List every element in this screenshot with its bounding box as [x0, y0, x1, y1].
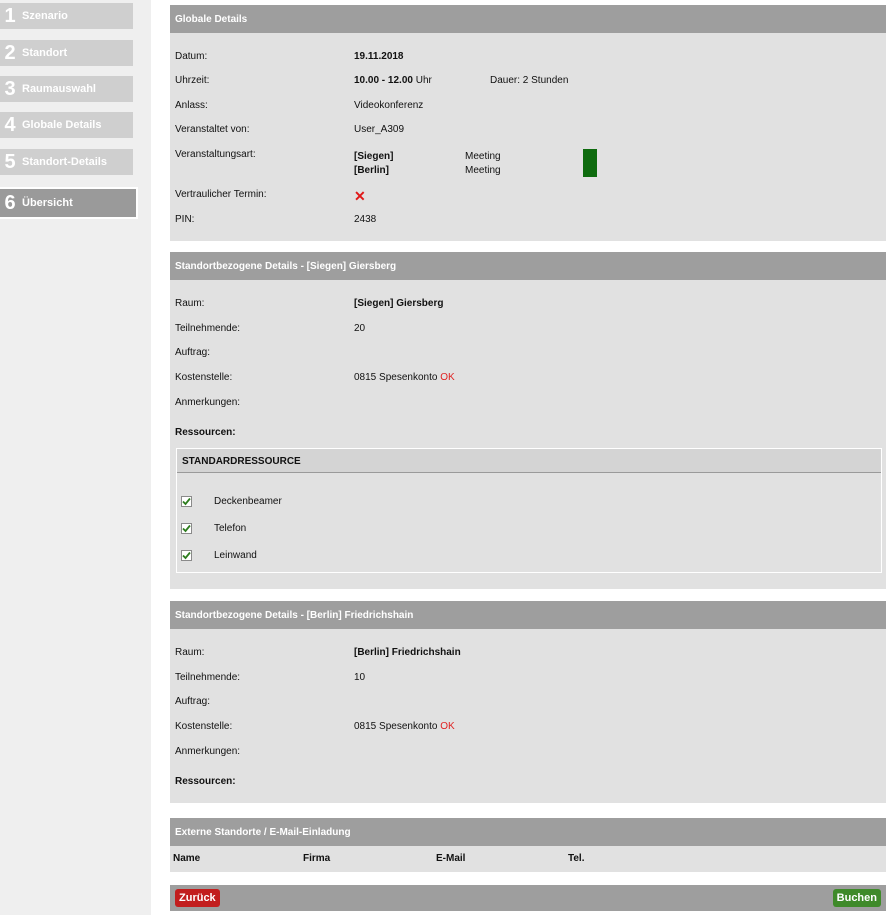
- art-type-berlin: Meeting: [465, 165, 501, 176]
- raum-label: Raum:: [175, 647, 205, 658]
- art-site-berlin: [Berlin]: [354, 165, 389, 176]
- kostenstelle-status: OK: [440, 372, 455, 383]
- uhrzeit-time: 10.00 - 12.00: [354, 75, 413, 86]
- step-number: 1: [4, 5, 16, 27]
- resource-label: Deckenbeamer: [214, 496, 282, 507]
- step-label: Übersicht: [22, 197, 73, 209]
- resource-label: Telefon: [214, 523, 247, 534]
- kostenstelle-label: Kostenstelle:: [175, 721, 233, 732]
- kostenstelle-label: Kostenstelle:: [175, 372, 233, 383]
- kostenstelle-status: OK: [440, 721, 455, 732]
- anmerkungen-label: Anmerkungen:: [175, 746, 241, 757]
- veranstaltungsart-label: Veranstaltungsart:: [175, 149, 256, 160]
- external-table-header: Name Firma E-Mail Tel.: [170, 846, 886, 872]
- step-number: 5: [4, 151, 16, 173]
- step-number: 6: [4, 192, 16, 214]
- resource-item[interactable]: Telefon: [181, 523, 246, 534]
- step-label: Szenario: [22, 10, 68, 22]
- step-label: Standort-Details: [22, 156, 107, 168]
- column-firma: Firma: [303, 853, 331, 864]
- checkbox-checked-icon[interactable]: [181, 523, 192, 534]
- raum-label: Raum:: [175, 298, 205, 309]
- step-label: Standort: [22, 47, 68, 59]
- panel-title: Standortbezogene Details - [Siegen] Gier…: [170, 252, 886, 280]
- anmerkungen-label: Anmerkungen:: [175, 397, 241, 408]
- pin-label: PIN:: [175, 214, 195, 225]
- panel-title: Standortbezogene Details - [Berlin] Frie…: [170, 601, 886, 629]
- footer-bar: Zurück Buchen: [170, 885, 886, 911]
- sidebar-step-szenario[interactable]: 1 Szenario: [0, 3, 133, 29]
- art-site-siegen: [Siegen]: [354, 151, 394, 162]
- external-sites-panel: Externe Standorte / E-Mail-Einladung: [170, 818, 886, 846]
- siegen-details-panel: Standortbezogene Details - [Siegen] Gier…: [170, 252, 886, 589]
- sidebar: 1 Szenario 2 Standort 3 Raumauswahl 4 Gl…: [0, 0, 151, 915]
- art-type-siegen: Meeting: [465, 151, 501, 162]
- sidebar-step-uebersicht[interactable]: 6 Übersicht: [0, 189, 136, 217]
- resources-box: STANDARDRESSOURCE Deckenbeamer Telefon L…: [176, 448, 882, 573]
- kostenstelle-value: 0815 Spesenkonto OK: [354, 372, 455, 383]
- panel-title: Globale Details: [170, 5, 886, 33]
- back-button[interactable]: Zurück: [175, 889, 220, 907]
- auftrag-label: Auftrag:: [175, 696, 211, 707]
- kostenstelle-value: 0815 Spesenkonto OK: [354, 721, 455, 732]
- teilnehmende-label: Teilnehmende:: [175, 323, 241, 334]
- step-label: Globale Details: [22, 119, 102, 131]
- pin-value: 2438: [354, 214, 377, 225]
- sidebar-step-standort-details[interactable]: 5 Standort-Details: [0, 149, 133, 175]
- uhrzeit-unit: Uhr: [415, 75, 432, 86]
- resource-item[interactable]: Deckenbeamer: [181, 496, 282, 507]
- ressourcen-label: Ressourcen:: [175, 776, 236, 787]
- uhrzeit-value: 10.00 - 12.00 Uhr: [354, 75, 432, 86]
- step-label: Raumauswahl: [22, 83, 96, 95]
- step-number: 4: [4, 114, 16, 136]
- vertraulich-label: Vertraulicher Termin:: [175, 189, 267, 200]
- sidebar-step-globale-details[interactable]: 4 Globale Details: [0, 112, 133, 138]
- book-button[interactable]: Buchen: [832, 889, 881, 907]
- column-tel: Tel.: [568, 853, 585, 864]
- uhrzeit-label: Uhrzeit:: [175, 75, 210, 86]
- teilnehmende-label: Teilnehmende:: [175, 672, 241, 683]
- veranstaltet-label: Veranstaltet von:: [175, 124, 250, 135]
- sidebar-step-standort[interactable]: 2 Standort: [0, 40, 133, 66]
- dauer-label: Dauer:: [490, 75, 521, 86]
- raum-value: [Berlin] Friedrichshain: [354, 647, 461, 658]
- panel-title: Externe Standorte / E-Mail-Einladung: [170, 818, 886, 846]
- kostenstelle-text: 0815 Spesenkonto: [354, 372, 438, 383]
- datum-value: 19.11.2018: [354, 51, 404, 62]
- kostenstelle-text: 0815 Spesenkonto: [354, 721, 438, 732]
- step-number: 3: [4, 78, 16, 100]
- teilnehmende-value: 20: [354, 323, 366, 334]
- global-details-panel: Globale Details Datum: 19.11.2018 Uhrzei…: [170, 5, 886, 241]
- cross-icon: ✕: [354, 188, 366, 204]
- column-email: E-Mail: [436, 853, 466, 864]
- ressourcen-label: Ressourcen:: [175, 427, 236, 438]
- veranstaltet-value: User_A309: [354, 124, 405, 135]
- auftrag-label: Auftrag:: [175, 347, 211, 358]
- dauer-value: 2 Stunden: [522, 75, 569, 86]
- datum-label: Datum:: [175, 51, 208, 62]
- resource-item[interactable]: Leinwand: [181, 550, 257, 561]
- resources-group-title: STANDARDRESSOURCE: [177, 449, 881, 473]
- anlass-label: Anlass:: [175, 100, 208, 111]
- dauer: Dauer: 2 Stunden: [490, 75, 568, 86]
- checkbox-checked-icon[interactable]: [181, 550, 192, 561]
- berlin-details-panel: Standortbezogene Details - [Berlin] Frie…: [170, 601, 886, 803]
- status-indicator: [583, 149, 597, 177]
- sidebar-step-raumauswahl[interactable]: 3 Raumauswahl: [0, 76, 133, 102]
- raum-value: [Siegen] Giersberg: [354, 298, 444, 309]
- resource-label: Leinwand: [214, 550, 257, 561]
- column-name: Name: [173, 853, 201, 864]
- teilnehmende-value: 10: [354, 672, 366, 683]
- checkbox-checked-icon[interactable]: [181, 496, 192, 507]
- step-number: 2: [4, 42, 16, 64]
- anlass-value: Videokonferenz: [354, 100, 424, 111]
